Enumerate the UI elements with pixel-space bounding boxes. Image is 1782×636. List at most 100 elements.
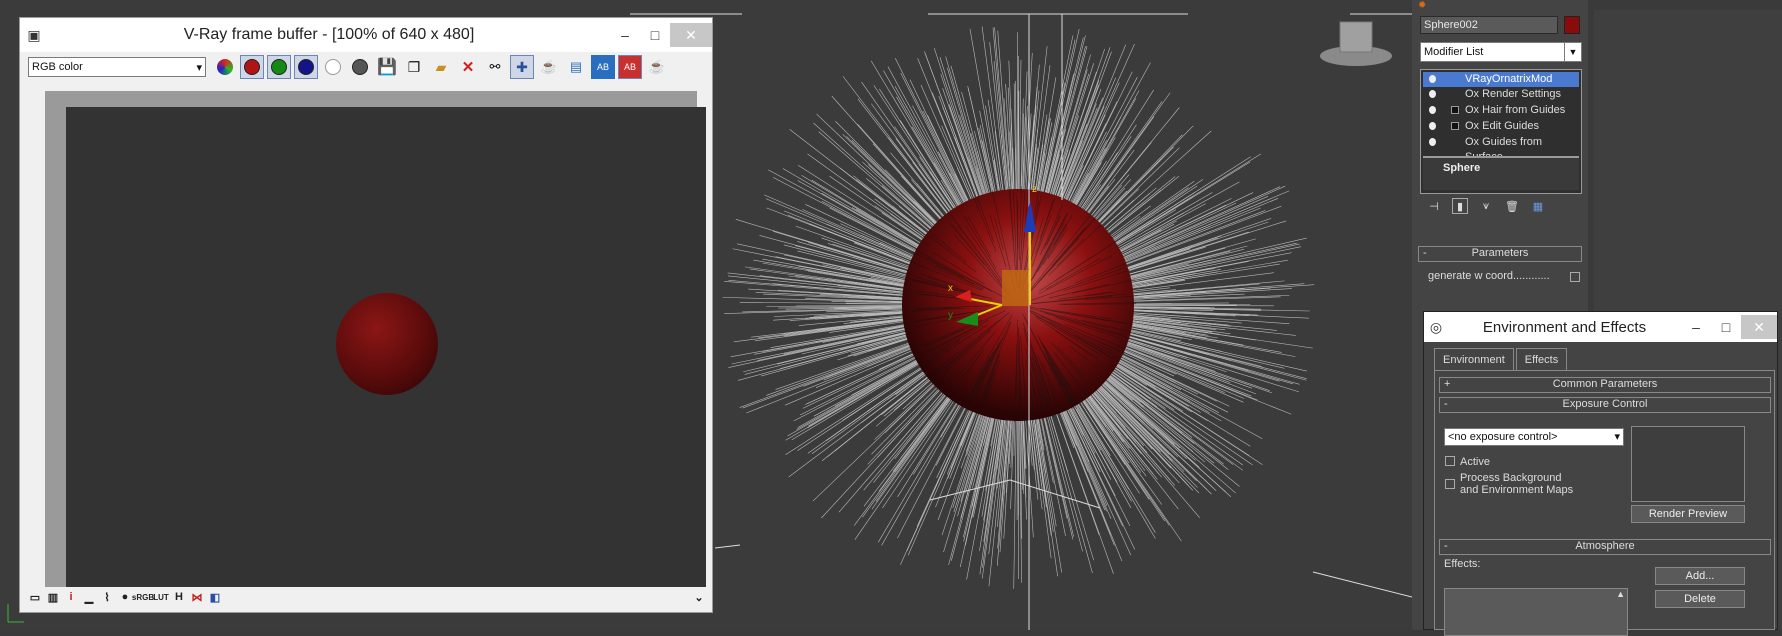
lightbulb-icon[interactable]	[1429, 122, 1436, 130]
save-all-icon[interactable]: ❐	[402, 55, 426, 79]
pin-stack-icon[interactable]: ⊣	[1426, 198, 1442, 214]
minimize-button[interactable]: –	[610, 23, 640, 47]
lightbulb-icon[interactable]	[1429, 75, 1436, 83]
channel-select-value: RGB color	[32, 61, 83, 73]
effects-label: Effects:	[1444, 558, 1480, 570]
ab-compare-icon[interactable]: AB	[591, 55, 615, 79]
minimize-button[interactable]: –	[1681, 315, 1711, 339]
expand-plus-icon[interactable]	[1451, 106, 1459, 114]
stack-base-label: Sphere	[1443, 162, 1480, 174]
red-channel-icon[interactable]	[240, 55, 264, 79]
vfb-bottom-toolbar: ▭ ▥ i ▁ ⌇ ● sRGB LUT H ⋈ ◧ ⌄	[20, 583, 720, 611]
lightbulb-icon[interactable]	[1429, 106, 1436, 114]
exposure-preview	[1631, 426, 1745, 502]
env-tabs: Environment Effects	[1434, 348, 1569, 370]
command-panel-tabs[interactable]: ✹	[1418, 0, 1582, 12]
modifier-list-dropdown[interactable]: Modifier List ▼	[1420, 42, 1582, 62]
clear-icon[interactable]: ✕	[456, 55, 480, 79]
generate-w-coord-label: generate w coord............	[1428, 270, 1550, 282]
common-parameters-rollout[interactable]: + Common Parameters	[1439, 377, 1771, 393]
histogram-icon[interactable]: ▁	[82, 590, 96, 604]
show-end-result-icon[interactable]: ▮	[1452, 198, 1468, 214]
blue-channel-icon[interactable]	[294, 55, 318, 79]
render-canvas[interactable]	[45, 91, 697, 587]
object-color-swatch[interactable]	[1564, 16, 1580, 34]
scroll-up-icon[interactable]: ▲	[1616, 589, 1625, 599]
stack-item-hair-from-guides[interactable]: Ox Hair from Guides	[1423, 103, 1579, 118]
ab-history-icon[interactable]: AB	[618, 55, 642, 79]
vfb-title: V-Ray frame buffer - [100% of 640 x 480]	[48, 26, 610, 44]
exposure-control-rollout[interactable]: - Exposure Control	[1439, 397, 1771, 413]
maximize-button[interactable]: □	[640, 23, 670, 47]
tab-environment[interactable]: Environment	[1434, 348, 1514, 371]
stack-item-guides-from-surface[interactable]: Ox Guides from Surface	[1423, 135, 1579, 150]
remove-modifier-icon[interactable]: 🗑	[1504, 198, 1520, 214]
process-background-checkbox[interactable]	[1445, 479, 1455, 489]
process-background-label-2: and Environment Maps	[1460, 484, 1573, 496]
rollout-expand-sign: +	[1444, 378, 1450, 391]
make-unique-icon[interactable]: ⩛	[1478, 198, 1494, 214]
track-mouse-icon[interactable]: ✚	[510, 55, 534, 79]
vfb-icon: ▣	[20, 23, 48, 47]
active-label: Active	[1460, 456, 1490, 468]
srgb-icon[interactable]: sRGB	[136, 590, 150, 604]
stack-item-vrayornatrixmod[interactable]: VRayOrnatrixMod	[1423, 72, 1579, 87]
ocio-icon[interactable]: ⋈	[190, 590, 204, 604]
env-titlebar[interactable]: ◎ Environment and Effects – □ ✕	[1424, 312, 1777, 342]
chevron-down-icon: ▼	[1564, 43, 1581, 61]
curve-icon[interactable]: ⌇	[100, 590, 114, 604]
interactive-render-icon[interactable]: ☕	[645, 55, 669, 79]
lut-icon[interactable]: LUT	[154, 590, 168, 604]
env-app-icon: ◎	[1424, 315, 1448, 339]
info-icon[interactable]: i	[64, 590, 78, 604]
add-effect-button[interactable]: Add...	[1655, 567, 1745, 585]
environment-effects-window[interactable]: ◎ Environment and Effects – □ ✕ Environm…	[1423, 311, 1778, 630]
object-name-field[interactable]: Sphere002	[1420, 16, 1558, 34]
exposure-control-select[interactable]: <no exposure control> ▾	[1444, 428, 1624, 446]
active-checkbox[interactable]	[1445, 456, 1455, 466]
channel-select[interactable]: RGB color ▾	[28, 57, 206, 77]
stack-item-edit-guides[interactable]: Ox Edit Guides	[1423, 119, 1579, 134]
svg-text:z: z	[1032, 184, 1037, 195]
stack-item-sphere[interactable]: Sphere	[1423, 156, 1579, 190]
lightbulb-icon[interactable]	[1429, 138, 1436, 146]
green-channel-icon[interactable]	[267, 55, 291, 79]
link-icon[interactable]: ⚯	[483, 55, 507, 79]
hsv-icon[interactable]: H	[172, 590, 186, 604]
save-icon[interactable]: 💾	[375, 55, 399, 79]
render-preview-button[interactable]: Render Preview	[1631, 505, 1745, 523]
parameters-rollout-header[interactable]: - Parameters	[1418, 246, 1582, 262]
icc-icon[interactable]: ◧	[208, 590, 222, 604]
atmosphere-rollout[interactable]: - Atmosphere	[1439, 539, 1771, 555]
configure-sets-icon[interactable]: ▦	[1530, 198, 1546, 214]
stack-item-label: Ox Edit Guides	[1465, 119, 1539, 134]
mono-channel-icon[interactable]	[348, 55, 372, 79]
render-teapot-icon[interactable]: ☕	[537, 55, 561, 79]
exposure-icon[interactable]: ●	[118, 590, 132, 604]
stack-item-render-settings[interactable]: Ox Render Settings	[1423, 87, 1579, 102]
create-tab-icon[interactable]: ✹	[1418, 0, 1426, 11]
close-button[interactable]: ✕	[1741, 315, 1777, 339]
rollout-collapse-sign: -	[1444, 540, 1448, 553]
generate-w-coord-checkbox[interactable]	[1570, 272, 1580, 282]
vray-frame-buffer-window[interactable]: ▣ V-Ray frame buffer - [100% of 640 x 48…	[19, 17, 713, 613]
effects-list[interactable]: ▲	[1444, 588, 1628, 636]
color-corrections-icon[interactable]: ▭	[28, 590, 42, 604]
region-render-icon[interactable]: ▤	[564, 55, 588, 79]
tab-effects[interactable]: Effects	[1516, 348, 1567, 371]
open-icon[interactable]: ▰	[429, 55, 453, 79]
modifier-stack[interactable]: VRayOrnatrixMod Ox Render Settings Ox Ha…	[1420, 69, 1582, 194]
rgb-channels-icon[interactable]	[213, 55, 237, 79]
chevron-down-icon: ▾	[1614, 429, 1620, 445]
close-button[interactable]: ✕	[670, 23, 712, 47]
maximize-button[interactable]: □	[1711, 315, 1741, 339]
lightbulb-icon[interactable]	[1429, 90, 1436, 98]
rollout-collapse-sign: -	[1423, 247, 1427, 260]
alpha-channel-icon[interactable]	[321, 55, 345, 79]
history-icon[interactable]: ▥	[46, 590, 60, 604]
expand-icon[interactable]: ⌄	[692, 590, 706, 604]
modifier-list-label: Modifier List	[1424, 46, 1483, 58]
delete-effect-button[interactable]: Delete	[1655, 590, 1745, 608]
vfb-titlebar[interactable]: ▣ V-Ray frame buffer - [100% of 640 x 48…	[20, 18, 712, 52]
expand-plus-icon[interactable]	[1451, 122, 1459, 130]
